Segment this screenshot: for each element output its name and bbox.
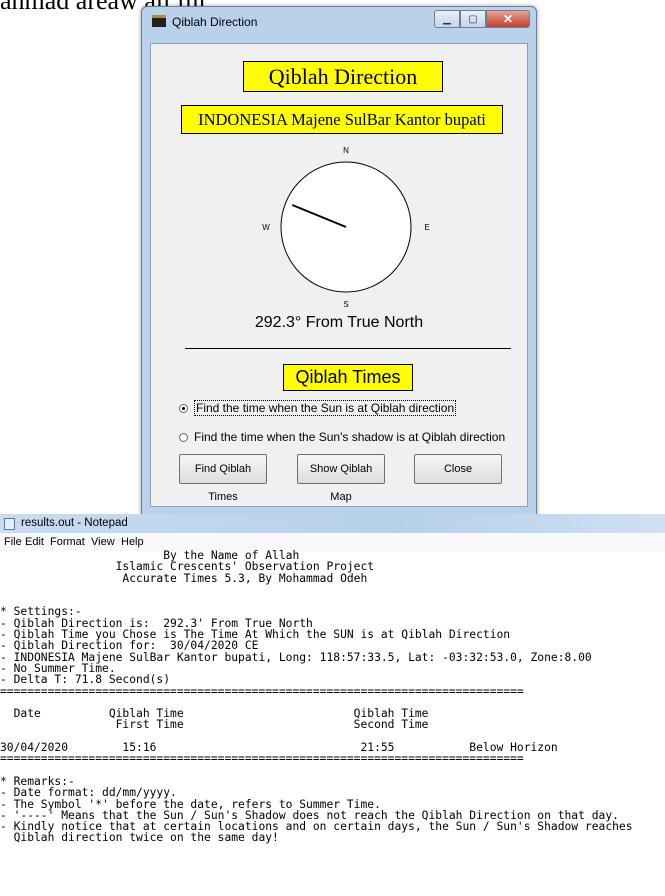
menu-format[interactable]: Format bbox=[50, 536, 85, 548]
window-title: Qiblah Direction bbox=[172, 15, 258, 29]
close-window-button[interactable]: ✕ bbox=[486, 10, 530, 28]
notepad-icon bbox=[4, 518, 15, 530]
notepad-line bbox=[0, 584, 633, 595]
notepad-title: results.out - Notepad bbox=[21, 517, 128, 529]
notepad-line: - Date format: dd/mm/yyyy. bbox=[0, 786, 177, 800]
menu-help[interactable]: Help bbox=[121, 536, 144, 548]
radio-sun-option[interactable]: Find the time when the Sun is at Qiblah … bbox=[179, 400, 457, 416]
radio-shadow-option[interactable]: Find the time when the Sun's shadow is a… bbox=[179, 430, 505, 444]
close-button[interactable]: Close bbox=[414, 454, 502, 484]
maximize-button[interactable]: ▢ bbox=[460, 10, 486, 28]
heading-label: Qiblah Direction bbox=[243, 61, 443, 92]
maximize-icon: ▢ bbox=[468, 13, 478, 25]
qiblah-window: Qiblah Direction ▁ ▢ ✕ Qiblah Direction … bbox=[141, 6, 537, 516]
minimize-button[interactable]: ▁ bbox=[434, 10, 460, 28]
menu-edit[interactable]: Edit bbox=[25, 536, 44, 548]
notepad-text-area[interactable]: By the Name of Allah Islamic Crescents' … bbox=[0, 550, 633, 844]
notepad-line: Qiblah direction twice on the same day! bbox=[0, 831, 279, 845]
compass-south-label: S bbox=[343, 300, 348, 309]
notepad-line bbox=[0, 765, 633, 776]
notepad-line: - Qiblah Direction for: 30/04/2020 CE bbox=[0, 639, 259, 653]
menu-view[interactable]: View bbox=[91, 536, 115, 548]
close-icon: ✕ bbox=[502, 12, 514, 26]
location-label: INDONESIA Majene SulBar Kantor bupati bbox=[181, 105, 503, 134]
divider bbox=[185, 348, 511, 349]
times-heading: Qiblah Times bbox=[283, 364, 413, 391]
notepad-line: Islamic Crescents' Observation Project bbox=[0, 560, 375, 574]
client-area: Qiblah Direction INDONESIA Majene SulBar… bbox=[150, 43, 528, 507]
compass-north-label: N bbox=[343, 146, 349, 155]
compass-east-label: E bbox=[424, 223, 429, 232]
radio-shadow-label[interactable]: Find the time when the Sun's shadow is a… bbox=[194, 430, 505, 444]
notepad-line: Accurate Times 5.3, By Mohammad Odeh bbox=[0, 571, 368, 585]
notepad-line: ========================================… bbox=[0, 684, 524, 698]
radio-button-sun[interactable] bbox=[179, 403, 188, 413]
notepad-window: results.out - Notepad File Edit Format V… bbox=[0, 514, 665, 896]
notepad-line: ========================================… bbox=[0, 752, 524, 766]
menu-file[interactable]: File bbox=[4, 536, 22, 548]
title-bar[interactable]: Qiblah Direction ▁ ▢ ✕ bbox=[142, 7, 536, 33]
notepad-title-bar[interactable]: results.out - Notepad bbox=[0, 514, 665, 533]
direction-readout: 292.3° From True North bbox=[254, 314, 424, 331]
compass-west-label: W bbox=[262, 223, 270, 232]
radio-button-shadow[interactable] bbox=[179, 432, 188, 442]
app-icon bbox=[152, 15, 166, 27]
compass-dial: N S E W bbox=[262, 146, 429, 309]
notepad-line bbox=[0, 595, 633, 606]
find-qiblah-times-button[interactable]: Find Qiblah Times bbox=[179, 454, 267, 503]
minimize-icon: ▁ bbox=[443, 13, 451, 25]
notepad-line: First Time Second Time bbox=[0, 718, 429, 732]
show-qiblah-map-button[interactable]: Show Qiblah Map bbox=[297, 454, 385, 503]
notepad-line: - Delta T: 71.8 Second(s) bbox=[0, 673, 171, 687]
radio-sun-label[interactable]: Find the time when the Sun is at Qiblah … bbox=[194, 400, 457, 416]
